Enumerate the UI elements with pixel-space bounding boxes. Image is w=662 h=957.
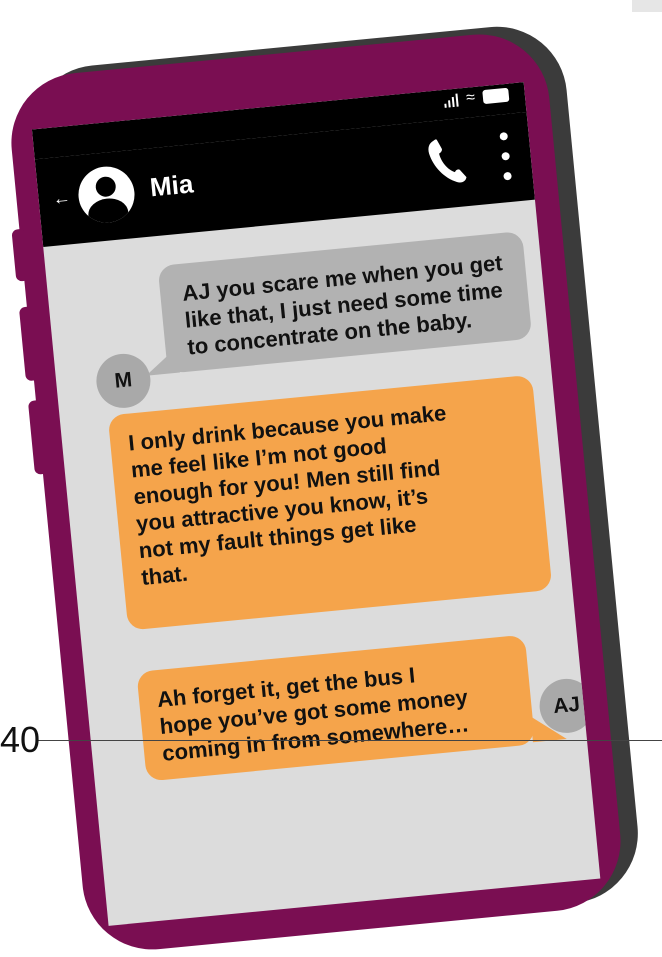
message-bubble-outgoing: Ah forget it, get the bus I hope you’ve … (136, 634, 536, 782)
contact-name[interactable]: Mia (149, 168, 195, 203)
page-number: 40 (0, 719, 41, 760)
wifi-icon: ≈ (465, 88, 476, 107)
status-icons: ≈ (444, 87, 510, 108)
phone-illustration: ≈ ← Mia AJ you scare me when you get lik… (5, 20, 645, 956)
phone-side-button (18, 306, 40, 382)
phone-icon[interactable] (425, 134, 470, 188)
person-icon-shoulders (86, 196, 130, 226)
battery-icon (482, 87, 510, 105)
person-icon (94, 175, 117, 198)
chat-screen: ≈ ← Mia AJ you scare me when you get lik… (31, 82, 601, 926)
contact-avatar[interactable] (75, 164, 138, 226)
page-divider (38, 740, 662, 741)
page-corner-mark (632, 0, 662, 12)
more-vertical-icon[interactable] (498, 131, 513, 181)
message-bubble-incoming: AJ you scare me when you get like that, … (157, 231, 533, 374)
phone-side-button (27, 399, 49, 475)
phone-side-button (11, 228, 31, 282)
phone-frame: ≈ ← Mia AJ you scare me when you get lik… (5, 28, 627, 956)
back-arrow-icon[interactable]: ← (52, 187, 72, 209)
signal-icon (444, 93, 459, 108)
message-bubble-outgoing: I only drink because you make me feel li… (107, 374, 553, 631)
